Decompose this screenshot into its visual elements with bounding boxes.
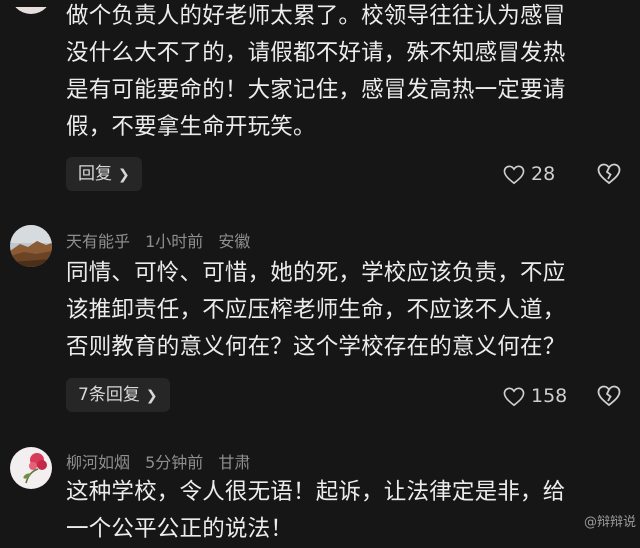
comment-body: 同情、可怜、可惜，她的死，学校应该负责，不应 该推卸责任，不应压榨老师生命，不应… [66,255,626,366]
comment-meta: 天有能乎 1小时前 安徽 [66,228,260,252]
comment-line: 做个负责人的好老师太累了。校领导往往认为感冒 [66,3,566,29]
heart-icon [503,387,525,407]
like-count: 28 [531,163,556,185]
comment-meta: 柳河如烟 5分钟前 甘肃 [66,449,260,473]
comment-line: 这种学校，令人很无语！起诉，让法律定是非，给 [66,479,566,505]
watermark: @辩辩说 [583,515,636,530]
chevron-right-icon: ❯ [118,167,130,183]
like-button[interactable]: 28 [503,159,555,189]
username[interactable]: 天有能乎 [66,232,130,251]
chevron-right-icon: ❯ [145,388,158,404]
view-replies-button[interactable]: 7条回复 ❯ [66,378,170,412]
dislike-button[interactable] [597,163,621,189]
comment-line: 没什么大不了的，请假都不好请，殊不知感冒发热 [66,40,566,66]
timestamp: 5分钟前 [145,453,204,472]
reply-button[interactable]: 回复 ❯ [66,157,142,191]
broken-heart-icon [597,163,621,185]
comment-1: 做个负责人的好老师太累了。校领导往往认为感冒 没什么大不了的，请假都不好请，殊不… [0,0,640,200]
dislike-button[interactable] [597,385,621,411]
reply-label: 回复 [78,164,112,184]
comment-line: 否则教育的意义何在？这个学校存在的意义何在？ [66,334,566,360]
like-count: 158 [531,385,568,407]
reply-label: 7条回复 [78,385,140,405]
comment-body: 做个负责人的好老师太累了。校领导往往认为感冒 没什么大不了的，请假都不好请，殊不… [66,0,626,146]
heart-icon [503,165,525,185]
comment-line: 该推卸责任，不应压榨老师生命，不应该不人道， [66,297,566,323]
comment-line: 假，不要拿生命开玩笑。 [66,114,316,140]
comment-3: 柳河如烟 5分钟前 甘肃 这种学校，令人很无语！起诉，让法律定是非，给 一个公平… [0,437,640,542]
location: 安徽 [218,232,251,251]
avatar[interactable] [10,447,52,489]
timestamp: 1小时前 [145,232,204,251]
avatar[interactable] [10,225,52,267]
like-button[interactable]: 158 [503,381,567,411]
username[interactable]: 柳河如烟 [66,453,130,472]
location: 甘肃 [218,453,251,472]
comment-body: 这种学校，令人很无语！起诉，让法律定是非，给 一个公平公正的说法！ [66,474,626,548]
comment-2: 天有能乎 1小时前 安徽 同情、可怜、可惜，她的死，学校应该负责，不应 该推卸责… [0,215,640,425]
comment-line: 是有可能要命的！大家记住，感冒发高热一定要请 [66,77,566,103]
broken-heart-icon [597,385,621,407]
comment-line: 同情、可怜、可惜，她的死，学校应该负责，不应 [66,260,566,286]
